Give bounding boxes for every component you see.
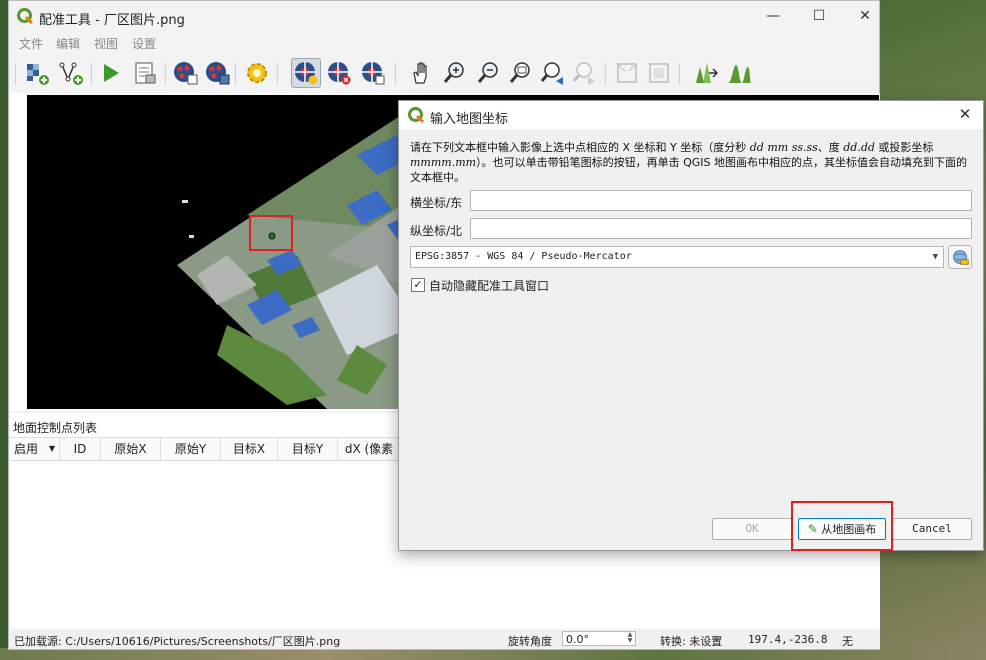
window-title: 配准工具 - 厂区图片.png: [39, 13, 185, 28]
menu-file[interactable]: 文件: [19, 35, 43, 52]
desc-proj-format: mmmm.mm: [410, 156, 477, 169]
pan-icon[interactable]: [407, 59, 435, 87]
zoom-next-icon[interactable]: [571, 59, 599, 87]
settings-icon[interactable]: [243, 59, 271, 87]
add-point-icon[interactable]: [57, 59, 85, 87]
menu-settings[interactable]: 设置: [132, 35, 156, 52]
crs-selected-value: EPSG:3857 - WGS 84 / Pseudo-Mercator: [415, 251, 632, 262]
desc-part: 、度: [817, 141, 844, 154]
delete-point-icon[interactable]: [325, 59, 353, 87]
crs-selector-icon[interactable]: [948, 245, 972, 269]
close-button[interactable]: ✕: [845, 5, 885, 27]
desc-part: 请在下列文本框中输入影像上选中点相应的 X 坐标和 Y 坐标（度分秒: [410, 141, 750, 154]
rotation-input[interactable]: 0.0° ▲ ▼: [562, 631, 636, 646]
run-icon[interactable]: [97, 59, 125, 87]
desc-dms-format: dd mm ss.ss: [749, 141, 818, 154]
x-coordinate-label: 横坐标/东: [410, 196, 463, 210]
save-gcp-icon[interactable]: [203, 59, 231, 87]
zoom-in-icon[interactable]: [441, 59, 469, 87]
zoom-out-icon[interactable]: [475, 59, 503, 87]
menu-bar: 文件 编辑 视图 设置: [9, 31, 879, 53]
enter-map-coordinates-dialog: 输入地图坐标 ✕ 请在下列文本框中输入影像上选中点相应的 X 坐标和 Y 坐标（…: [398, 100, 984, 551]
dialog-close-button[interactable]: ✕: [955, 105, 975, 123]
transform-status: 转换: 未设置: [660, 635, 723, 648]
auto-hide-label: 自动隐藏配准工具窗口: [429, 279, 550, 293]
load-gcp-icon[interactable]: [171, 59, 199, 87]
gcp-panel-title: 地面控制点列表: [13, 421, 98, 435]
add-raster-icon[interactable]: [23, 59, 51, 87]
y-coordinate-label: 纵坐标/北: [410, 224, 463, 238]
rotation-value: 0.0°: [566, 633, 589, 646]
menu-edit[interactable]: 编辑: [56, 35, 80, 52]
col-source-x[interactable]: 原始X: [101, 438, 161, 460]
crs-select[interactable]: EPSG:3857 - WGS 84 / Pseudo-Mercator ▼: [410, 246, 944, 268]
dialog-description: 请在下列文本框中输入影像上选中点相应的 X 坐标和 Y 坐标（度分秒 dd mm…: [410, 140, 975, 185]
main-toolbar: [9, 55, 879, 93]
loaded-source-text: 已加载源: C:/Users/10616/Pictures/Screenshot…: [14, 635, 341, 648]
ok-button[interactable]: OK: [712, 518, 792, 540]
dialog-titlebar: 输入地图坐标 ✕: [399, 101, 983, 129]
col-dest-y[interactable]: 目标Y: [278, 438, 338, 460]
minimize-button[interactable]: —: [753, 5, 793, 27]
cursor-coords: 197.4,-236.8: [748, 633, 828, 646]
local-histogram-icon[interactable]: [725, 59, 753, 87]
qgis-logo-icon: [17, 8, 33, 24]
link-georef-icon[interactable]: [613, 59, 641, 87]
desc-part: ）。也可以单击带铅笔图标的按钮，再单击 QGIS 地图画布中相应的点，其坐标值会…: [410, 156, 967, 184]
col-source-y[interactable]: 原始Y: [161, 438, 221, 460]
chevron-down-icon: ▼: [48, 444, 55, 453]
desc-dd-format: dd.dd: [843, 141, 875, 154]
histogram-stretch-icon[interactable]: [693, 59, 721, 87]
from-canvas-highlight: [791, 501, 893, 551]
desc-part: 或投影坐标: [874, 141, 934, 154]
col-dest-x[interactable]: 目标X: [221, 438, 278, 460]
qgis-logo-icon: [408, 107, 424, 123]
crs-status: 无: [842, 635, 853, 648]
maximize-button[interactable]: ☐: [799, 5, 839, 27]
chevron-down-icon: ▼: [932, 252, 938, 262]
window-titlebar: 配准工具 - 厂区图片.png — ☐ ✕: [9, 1, 879, 31]
spinner-icon[interactable]: ▲ ▼: [625, 632, 635, 645]
selected-point-highlight: [249, 215, 293, 251]
status-bar: 已加载源: C:/Users/10616/Pictures/Screenshot…: [10, 629, 880, 649]
auto-hide-checkbox[interactable]: ✓: [411, 278, 425, 292]
cancel-button[interactable]: Cancel: [892, 518, 972, 540]
col-enabled[interactable]: 启用 ▼: [10, 438, 60, 460]
generate-script-icon[interactable]: [131, 59, 159, 87]
dialog-title: 输入地图坐标: [430, 112, 509, 127]
zoom-last-icon[interactable]: [539, 59, 567, 87]
gcp-table-header: 启用 ▼ ID 原始X 原始Y 目标X 目标Y dX (像素: [10, 437, 400, 461]
move-gcp-icon[interactable]: [359, 59, 387, 87]
y-coordinate-input[interactable]: [470, 218, 972, 239]
zoom-layer-icon[interactable]: [507, 59, 535, 87]
menu-view[interactable]: 视图: [94, 35, 118, 52]
col-id[interactable]: ID: [60, 438, 101, 460]
add-point-tool-icon[interactable]: [291, 58, 321, 88]
rotation-label: 旋转角度: [508, 635, 552, 648]
link-qgis-icon[interactable]: [645, 59, 673, 87]
col-dx[interactable]: dX (像素: [338, 438, 400, 460]
col-enabled-label: 启用: [14, 442, 39, 456]
x-coordinate-input[interactable]: [470, 190, 972, 211]
